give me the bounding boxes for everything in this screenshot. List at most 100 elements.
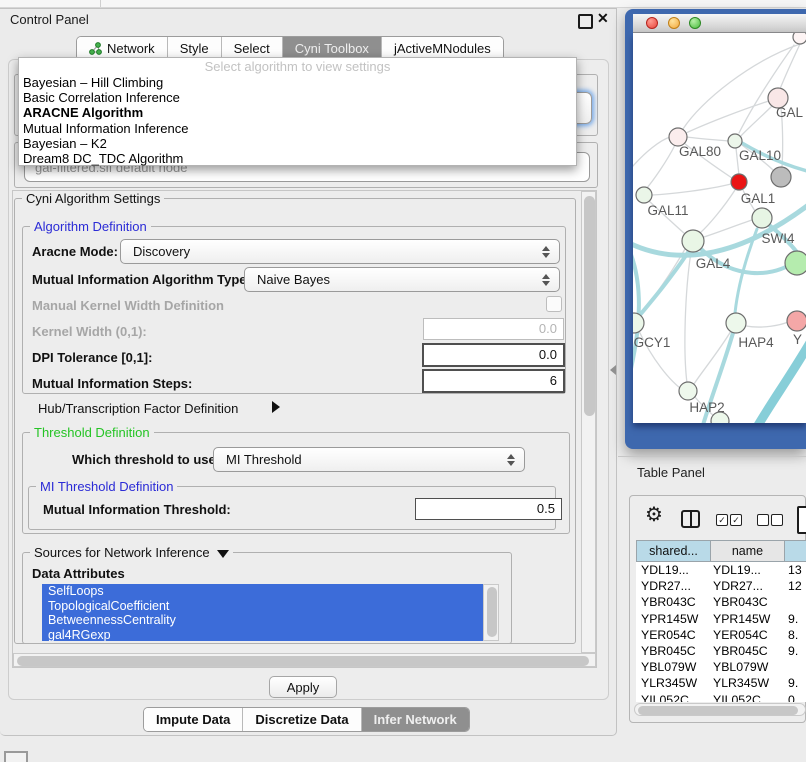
attribute-item[interactable]: gal4RGexp — [42, 628, 483, 641]
network-node-swi4[interactable] — [752, 208, 772, 228]
hub-section-label: Hub/Transcription Factor Definition — [38, 401, 238, 416]
control-panel-title: Control Panel — [10, 12, 89, 27]
network-edge[interactable] — [686, 101, 769, 133]
table-row[interactable]: YIL052CYIL052C0 — [636, 692, 806, 703]
table-row[interactable]: YBR043CYBR043C — [636, 594, 806, 610]
algorithm-dropdown-list: Bayesian – Hill ClimbingBasic Correlatio… — [19, 75, 576, 166]
mi-type-combo[interactable]: Naive Bayes — [244, 267, 560, 292]
attribute-item[interactable]: TopologicalCoefficient — [42, 599, 483, 614]
close-icon[interactable]: ✕ — [597, 10, 609, 27]
network-window-titlebar[interactable] — [633, 14, 806, 33]
collapse-arrow-icon[interactable] — [217, 550, 229, 558]
table-row[interactable]: YDL19...YDL19...13 — [636, 562, 806, 578]
network-canvas[interactable]: GALGAL80GAL10GAL1GAL11SWI4GAL4GCY1HAP4YH… — [633, 33, 806, 423]
attribute-item[interactable]: SelfLoops — [42, 584, 483, 599]
aracne-mode-combo[interactable]: Discovery — [120, 239, 560, 264]
network-node-gal11[interactable] — [636, 187, 652, 203]
select-all-check-icon[interactable]: ✓ — [730, 514, 742, 526]
docked-panel-icon[interactable] — [4, 751, 28, 762]
node-label: GAL10 — [739, 148, 781, 163]
network-edge[interactable] — [757, 341, 806, 423]
minimize-traffic-light-icon[interactable] — [668, 17, 680, 29]
manual-kernel-checkbox[interactable] — [546, 296, 562, 312]
network-node-gal1[interactable] — [731, 174, 747, 190]
network-graph[interactable]: GALGAL80GAL10GAL1GAL11SWI4GAL4GCY1HAP4YH… — [633, 33, 806, 423]
mi-threshold-field[interactable]: 0.5 — [415, 498, 562, 520]
algorithm-option[interactable]: Bayesian – Hill Climbing — [19, 75, 576, 90]
network-node-y[interactable] — [787, 311, 806, 331]
threshold-definition-title: Threshold Definition — [30, 425, 154, 440]
mi-steps-field[interactable]: 6 — [422, 369, 565, 393]
table-cell: YDL19... — [636, 563, 710, 577]
network-node-gal10[interactable] — [728, 134, 742, 148]
column-header-cropped[interactable] — [784, 540, 806, 562]
new-table-icon[interactable] — [797, 506, 806, 534]
network-edge[interactable] — [652, 184, 731, 195]
settings-horizontal-scrollbar[interactable] — [13, 653, 596, 667]
algorithm-option[interactable]: Dream8 DC_TDC Algorithm — [19, 151, 576, 166]
network-node[interactable] — [785, 251, 806, 275]
deselect-all-icon[interactable] — [771, 514, 783, 526]
table-row[interactable]: YBR045CYBR045C9. — [636, 643, 806, 659]
select-all-check-icon[interactable]: ✓ — [716, 514, 728, 526]
mi-threshold-label: Mutual Information Threshold: — [43, 502, 231, 517]
network-edge[interactable] — [700, 190, 735, 233]
deselect-all-icon[interactable] — [757, 514, 769, 526]
algorithm-option[interactable]: Basic Correlation Inference — [19, 90, 576, 105]
algorithm-option[interactable]: Mutual Information Inference — [19, 121, 576, 136]
aracne-mode-label: Aracne Mode: — [32, 244, 118, 259]
tab-discretize-data[interactable]: Discretize Data — [243, 708, 361, 731]
network-node[interactable] — [793, 33, 806, 44]
dpi-tolerance-label: DPI Tolerance [0,1]: — [32, 350, 152, 365]
mi-type-label: Mutual Information Algorithm Type: — [32, 272, 251, 287]
table-row[interactable]: YPR145WYPR145W9. — [636, 611, 806, 627]
network-node-hap2[interactable] — [679, 382, 697, 400]
columns-icon[interactable] — [681, 510, 700, 528]
table-cell: YDR27... — [710, 579, 784, 593]
settings-vertical-scrollbar[interactable] — [581, 191, 596, 653]
network-edge[interactable] — [685, 252, 691, 383]
table-row[interactable]: YLR345WYLR345W9. — [636, 675, 806, 691]
network-node-gcy1[interactable] — [633, 313, 644, 333]
table-row[interactable]: YBL079WYBL079W — [636, 659, 806, 675]
table-cell: YER054C — [710, 628, 784, 642]
algorithm-option[interactable]: Bayesian – K2 — [19, 136, 576, 151]
expand-arrow-icon[interactable] — [272, 401, 280, 413]
gear-icon[interactable]: ⚙ — [645, 505, 663, 525]
network-edge[interactable] — [687, 137, 728, 141]
tab-label: Select — [234, 41, 270, 56]
split-pane-collapse-icon[interactable] — [610, 365, 616, 375]
kernel-width-field[interactable]: 0.0 — [423, 318, 564, 340]
attributes-list-scrollbar[interactable] — [483, 584, 499, 641]
kernel-width-label: Kernel Width (0,1): — [32, 324, 147, 339]
network-node[interactable] — [771, 167, 791, 187]
column-header-shared-name[interactable]: shared... — [636, 540, 711, 562]
which-threshold-combo[interactable]: MI Threshold — [213, 447, 525, 472]
tab-impute-data[interactable]: Impute Data — [144, 708, 243, 731]
network-edge[interactable] — [633, 137, 670, 173]
network-edge[interactable] — [704, 220, 752, 237]
network-node-gal4[interactable] — [682, 230, 704, 252]
tab-infer-network[interactable]: Infer Network — [362, 708, 469, 731]
algorithm-option[interactable]: ARACNE Algorithm — [19, 105, 576, 120]
float-window-icon[interactable] — [578, 14, 593, 29]
table-row[interactable]: YDR27...YDR27...12 — [636, 578, 806, 594]
column-header-name[interactable]: name — [710, 540, 785, 562]
tab-label: Cyni Toolbox — [295, 41, 369, 56]
dpi-tolerance-field[interactable]: 0.0 — [422, 343, 565, 367]
close-traffic-light-icon[interactable] — [646, 17, 658, 29]
sources-title-text: Sources for Network Inference — [34, 545, 210, 560]
table-cell: 9. — [784, 644, 798, 658]
attribute-item[interactable]: BetweennessCentrality — [42, 613, 483, 628]
table-row[interactable]: YER054CYER054C8. — [636, 627, 806, 643]
mi-threshold-title: MI Threshold Definition — [36, 479, 177, 494]
table-cell: YPR145W — [636, 612, 710, 626]
apply-button[interactable]: Apply — [269, 676, 337, 698]
network-edge[interactable] — [646, 145, 675, 189]
table-horizontal-scrollbar[interactable] — [634, 703, 806, 716]
node-label: GCY1 — [634, 335, 671, 350]
network-node-hap4[interactable] — [726, 313, 746, 333]
network-edge[interactable] — [746, 322, 788, 327]
zoom-traffic-light-icon[interactable] — [689, 17, 701, 29]
manual-kernel-label: Manual Kernel Width Definition — [32, 298, 224, 313]
